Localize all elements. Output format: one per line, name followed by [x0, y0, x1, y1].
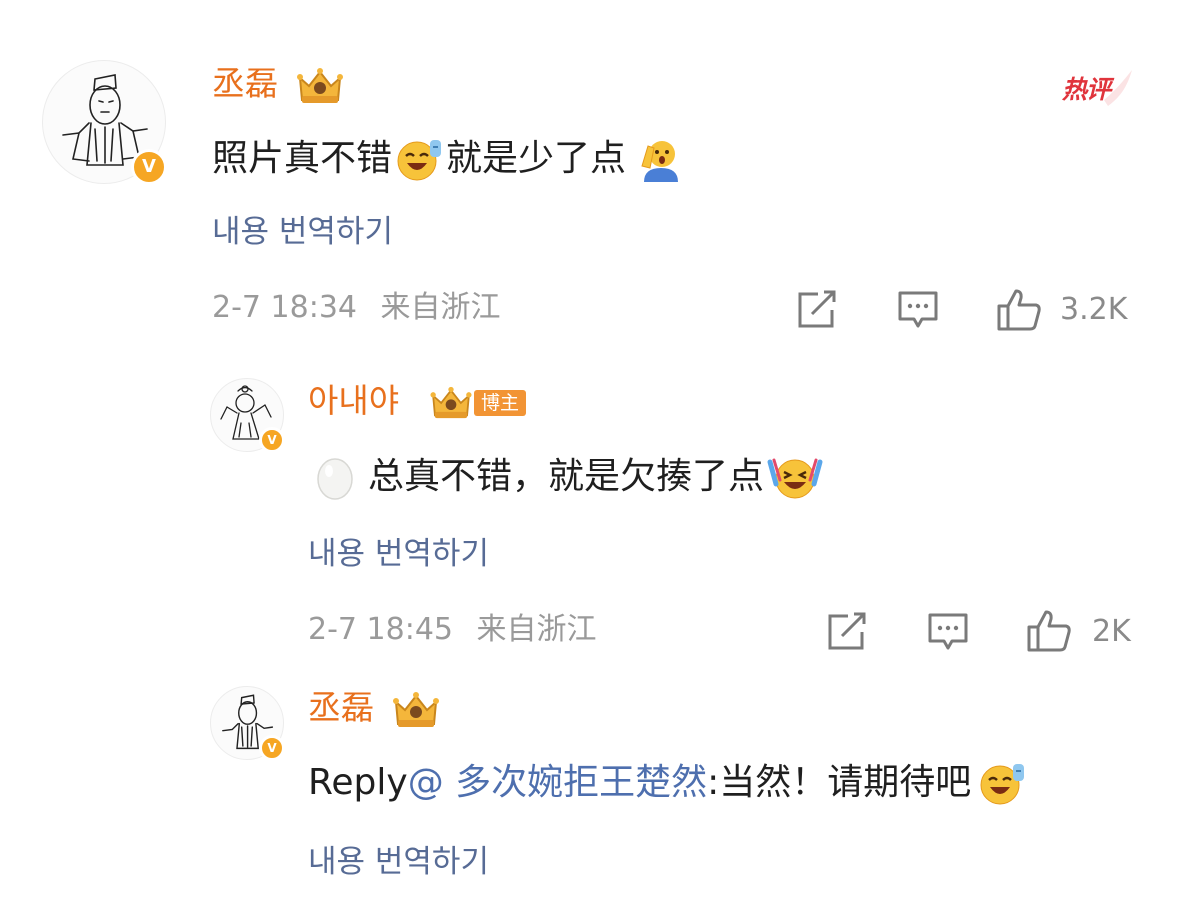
verified-badge: V [259, 735, 285, 761]
laugh-cry-emoji-icon [766, 454, 824, 500]
translate-link[interactable]: 내용 번역하기 [212, 212, 393, 252]
comment-text: Reply @ 多次婉拒王楚然 :当然！请期待吧 [308, 760, 1027, 806]
hot-comment-tag: 热评 [1058, 66, 1136, 108]
comment-icon[interactable] [897, 290, 939, 330]
comment-thread: V 丞磊 热评 照片真不错 就是少了点 내용 번역하기 2-7 18:34 来自… [0, 0, 1179, 898]
timestamp: 2-7 18:45 [308, 612, 453, 647]
hot-label: 热评 [1062, 75, 1111, 104]
username[interactable]: 丞磊 [212, 64, 278, 104]
like-count: 3.2K [1060, 292, 1128, 327]
comment-icon[interactable] [927, 612, 969, 652]
location: 来自浙江 [380, 290, 501, 325]
grin-sweat-emoji-icon [394, 136, 444, 182]
grin-sweat-emoji-icon [977, 760, 1027, 806]
verified-badge: V [131, 149, 167, 185]
blogger-badge: 博主 [474, 390, 527, 416]
thumbs-up-icon[interactable] [996, 287, 1042, 333]
salute-person-emoji-icon [638, 136, 684, 182]
reply-prefix: Reply [308, 762, 408, 803]
username[interactable]: 丞磊 [308, 688, 374, 728]
translate-link[interactable]: 내용 번역하기 [308, 534, 489, 574]
comment-meta: 2-7 18:45 来自浙江 [308, 610, 597, 650]
avatar[interactable]: V [42, 60, 167, 185]
thumbs-up-icon[interactable] [1026, 608, 1072, 654]
crown-badge-icon [297, 68, 343, 103]
comment-meta: 2-7 18:34 来自浙江 [212, 288, 501, 328]
avatar[interactable]: V [210, 378, 285, 453]
share-icon[interactable] [826, 612, 868, 652]
location: 来自浙江 [476, 612, 597, 647]
crown-badge-icon [393, 692, 439, 727]
username[interactable]: 아내야 [308, 381, 399, 421]
timestamp: 2-7 18:34 [212, 290, 357, 325]
avatar[interactable]: V [210, 686, 285, 761]
like-count: 2K [1092, 614, 1131, 649]
mention-link[interactable]: @ 多次婉拒王楚然 [408, 760, 707, 806]
comment-text: 总真不错，就是欠揍了点 [312, 454, 824, 500]
egg-emoji-icon [312, 454, 358, 500]
verified-badge: V [259, 427, 285, 453]
share-icon[interactable] [796, 290, 838, 330]
crown-badge-icon [430, 386, 472, 419]
comment-text: 照片真不错 就是少了点 [212, 136, 684, 182]
reply-text: :当然！请期待吧 [707, 762, 972, 803]
translate-link[interactable]: 내용 번역하기 [308, 842, 489, 882]
